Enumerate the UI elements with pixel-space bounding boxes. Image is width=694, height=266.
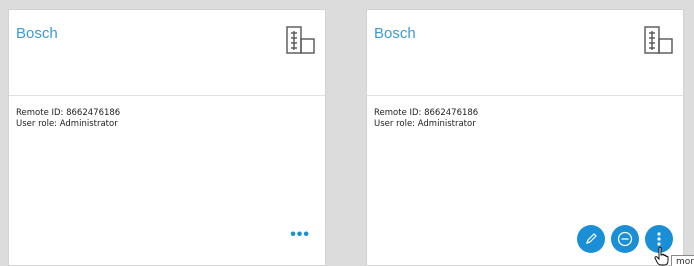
minus-circle-icon	[617, 231, 633, 247]
remote-id: Remote ID: 8662476186	[374, 108, 479, 118]
user-role: User role: Administrator	[374, 119, 476, 129]
card-header: Bosch	[9, 10, 325, 96]
card-header: Bosch	[367, 10, 683, 96]
card-grid: Bosch Remote ID: 8662476186 User role: A…	[0, 0, 694, 266]
card-details: Remote ID: 8662476186 User role: Adminis…	[16, 108, 120, 130]
edit-button[interactable]	[577, 225, 605, 253]
remote-id: Remote ID: 8662476186	[16, 108, 121, 118]
site-card[interactable]: Bosch Remote ID: 8662476186 User role: A…	[8, 9, 326, 266]
card-details: Remote ID: 8662476186 User role: Adminis…	[374, 108, 478, 130]
hand-cursor-icon	[654, 246, 669, 266]
card-title[interactable]: Bosch	[16, 25, 58, 42]
building-icon	[644, 26, 673, 54]
building-icon	[286, 26, 315, 54]
card-title[interactable]: Bosch	[374, 25, 416, 42]
pencil-icon	[586, 233, 597, 244]
more-button[interactable]: •••	[290, 227, 310, 243]
site-card[interactable]: Bosch Remote ID: 8662476186 User role: A…	[366, 9, 694, 266]
remove-button[interactable]	[611, 225, 639, 253]
user-role: User role: Administrator	[16, 119, 118, 129]
vertical-dots-icon	[657, 232, 661, 246]
tooltip: more	[671, 255, 694, 266]
